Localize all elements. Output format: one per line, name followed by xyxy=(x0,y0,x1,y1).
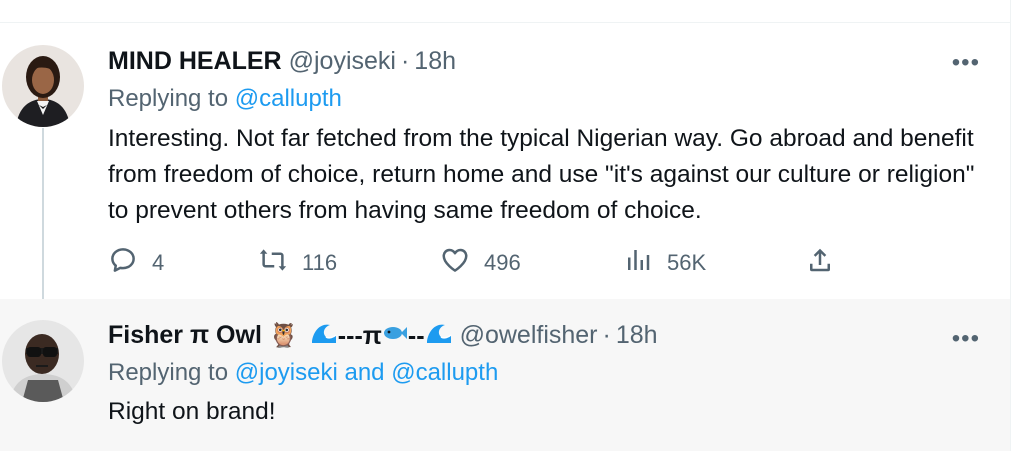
reply-count: 4 xyxy=(152,250,165,275)
share-button[interactable] xyxy=(805,245,835,281)
mention-link[interactable]: @joyiseki xyxy=(235,359,338,386)
tweet-actions: 4 116 496 56K xyxy=(108,245,848,281)
avatar[interactable] xyxy=(2,320,84,402)
tweet-mind-healer[interactable]: MIND HEALER @joyiseki · 18h ••• Replying… xyxy=(0,23,1010,343)
timestamp[interactable]: 18h xyxy=(414,46,456,76)
timestamp[interactable]: 18h xyxy=(616,320,658,350)
name-suffix-2: -- xyxy=(407,322,425,350)
tweet-text: Right on brand! xyxy=(108,398,276,425)
user-handle[interactable]: @owelfisher xyxy=(460,320,598,350)
like-button[interactable]: 496 xyxy=(440,245,521,281)
separator-dot: · xyxy=(400,47,410,75)
separator-dot: · xyxy=(602,321,611,349)
more-options-icon[interactable]: ••• xyxy=(952,327,980,351)
owl-icon: 🦉 xyxy=(268,322,299,349)
replying-prefix: Replying to xyxy=(108,359,229,386)
more-options-icon[interactable]: ••• xyxy=(952,51,980,75)
retweet-count: 116 xyxy=(302,250,338,275)
tweet-header: Fisher π Owl 🦉 ---π -- @owelfisher · 18h xyxy=(108,320,658,352)
replying-prefix: Replying to xyxy=(108,85,229,112)
reply-icon xyxy=(108,245,138,281)
avatar[interactable] xyxy=(2,45,84,127)
views-button[interactable]: 56K xyxy=(623,245,706,281)
retweet-icon xyxy=(258,245,288,281)
like-count: 496 xyxy=(484,250,521,275)
name-emoji-run: 🦉 ---π -- xyxy=(268,321,453,352)
retweet-button[interactable]: 116 xyxy=(258,245,337,281)
tweet-text: Interesting. Not far fetched from the ty… xyxy=(108,125,975,224)
replying-to: Replying to @callupth xyxy=(108,84,342,114)
wave-icon xyxy=(425,321,453,352)
replying-and[interactable]: and xyxy=(344,359,384,386)
like-icon xyxy=(440,245,470,281)
mention-link[interactable]: @callupth xyxy=(391,359,498,386)
views-icon xyxy=(623,245,653,281)
share-icon xyxy=(805,245,835,281)
display-name[interactable]: MIND HEALER xyxy=(108,46,282,76)
fish-icon xyxy=(382,321,408,351)
reply-button[interactable]: 4 xyxy=(108,245,164,281)
timeline-border xyxy=(1010,0,1011,451)
wave-icon xyxy=(310,321,338,352)
views-count: 56K xyxy=(667,250,707,275)
display-name[interactable]: Fisher π Owl xyxy=(108,320,262,350)
tweet-header: MIND HEALER @joyiseki · 18h xyxy=(108,46,456,76)
user-handle[interactable]: @joyiseki xyxy=(289,46,396,76)
name-suffix: ---π xyxy=(337,322,382,350)
tweet-fisher-owl[interactable]: Fisher π Owl 🦉 ---π -- @owelfisher · 18h… xyxy=(0,299,1010,451)
replying-to: Replying to @joyiseki and @callupth xyxy=(108,358,498,388)
mention-link[interactable]: @callupth xyxy=(235,85,342,112)
